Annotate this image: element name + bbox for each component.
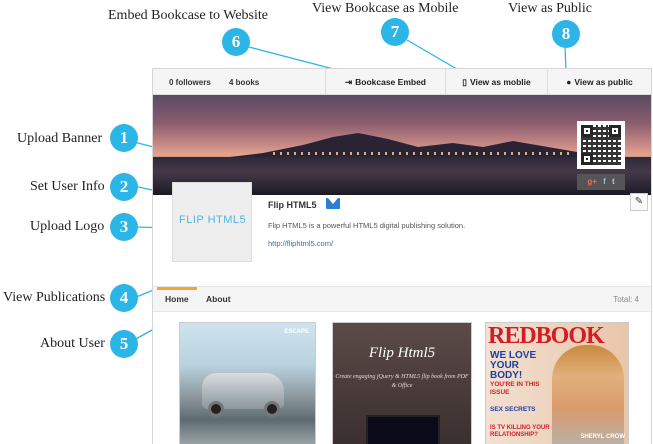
callout-badge-5: 5 — [110, 330, 138, 358]
callout-logo-label: Upload Logo — [30, 219, 105, 234]
publication-cover-3[interactable]: REDBOOK WE LOVE YOUR BODY! YOU'RE IN THI… — [485, 322, 629, 444]
mail-icon[interactable] — [326, 198, 340, 209]
cover-3-headline-2: YOU'RE IN THIS ISSUE — [490, 381, 540, 396]
view-as-mobile-label: View as moblie — [469, 77, 531, 87]
callout-mobile-label: View Bookcase as Mobile — [312, 1, 459, 16]
active-tab-indicator — [157, 287, 197, 290]
callout-badge-3: 3 — [110, 213, 138, 241]
bookcase-page: 0 followers 4 books ⇥ Bookcase Embed ▯ Vie… — [152, 68, 652, 444]
callout-badge-2: 2 — [110, 173, 138, 201]
callout-public-label: View as Public — [508, 1, 592, 16]
bookcase-embed-label: Bookcase Embed — [355, 77, 426, 87]
publication-cover-1[interactable]: ESCAPE — [179, 322, 316, 444]
mobile-icon: ▯ — [462, 77, 467, 87]
callout-badge-6: 6 — [222, 28, 250, 56]
qr-code[interactable] — [577, 121, 625, 169]
bookcase-embed-button[interactable]: ⇥ Bookcase Embed — [325, 69, 445, 95]
profile-tabs: Home About Total: 4 — [153, 286, 651, 312]
profile-logo[interactable]: FLIP HTML5 — [172, 182, 252, 262]
bookcase-topbar: 0 followers 4 books ⇥ Bookcase Embed ▯ Vie… — [153, 69, 651, 95]
callout-banner-label: Upload Banner — [17, 131, 103, 146]
view-as-mobile-button[interactable]: ▯ View as moblie — [445, 69, 547, 95]
cover-2-screen — [366, 415, 440, 444]
wheel-icon — [208, 401, 224, 417]
google-plus-icon[interactable]: g+ — [587, 174, 597, 190]
edit-profile-button[interactable]: ✎ — [630, 193, 648, 211]
view-as-public-button[interactable]: ● View as public — [547, 69, 651, 95]
tab-home[interactable]: Home — [165, 294, 189, 304]
callout-about-label: About User — [40, 336, 105, 351]
books-count[interactable]: 4 books — [229, 78, 259, 87]
callout-userinfo-label: Set User Info — [30, 179, 105, 194]
followers-count[interactable]: 0 followers — [169, 78, 211, 87]
cover-3-photo — [552, 345, 624, 444]
cover-3-headline-1: WE LOVE YOUR BODY! — [490, 350, 537, 381]
wheel-icon — [264, 401, 280, 417]
globe-icon: ● — [566, 77, 572, 87]
profile-banner[interactable]: g+ f t — [153, 95, 651, 195]
qr-pattern — [581, 125, 621, 165]
callout-badge-8: 8 — [552, 20, 580, 48]
embed-icon: ⇥ — [345, 77, 353, 87]
social-share-bar: g+ f t — [577, 174, 625, 190]
cover-1-tag: ESCAPE — [284, 329, 309, 335]
twitter-icon[interactable]: t — [612, 174, 615, 190]
cover-3-headline-3: SEX SECRETS — [490, 406, 536, 413]
view-as-public-label: View as public — [574, 77, 633, 87]
callout-publications-label: View Publications — [3, 290, 106, 305]
shore-lights — [273, 152, 573, 155]
facebook-icon[interactable]: f — [603, 174, 606, 190]
callout-badge-1: 1 — [110, 124, 138, 152]
callout-badge-4: 4 — [110, 284, 138, 312]
callout-embed-label: Embed Bookcase to Website — [108, 8, 268, 23]
profile-name: Flip HTML5 — [268, 200, 317, 210]
tab-about[interactable]: About — [206, 294, 231, 304]
cover-3-masthead: REDBOOK — [488, 323, 605, 349]
cover-2-subtitle: Create engaging jQuery & HTML5 flip book… — [335, 374, 469, 389]
cover-3-headline-4: IS TV KILLING YOUR RELATIONSHIP? — [490, 425, 550, 438]
publication-cover-2[interactable]: Flip Html5 Create engaging jQuery & HTML… — [332, 322, 472, 444]
cover-3-corner-text: SHERYL CROW — [580, 434, 625, 440]
profile-bio: Flip HTML5 is a powerful HTML5 digital p… — [268, 221, 466, 230]
callout-badge-7: 7 — [381, 18, 409, 46]
publication-total: Total: 4 — [613, 295, 639, 304]
logo-text: FLIP HTML5 — [179, 214, 247, 226]
cover-2-title: Flip Html5 — [368, 345, 436, 361]
profile-website-link[interactable]: http://fliphtml5.com/ — [268, 239, 333, 248]
pencil-icon: ✎ — [634, 196, 644, 207]
